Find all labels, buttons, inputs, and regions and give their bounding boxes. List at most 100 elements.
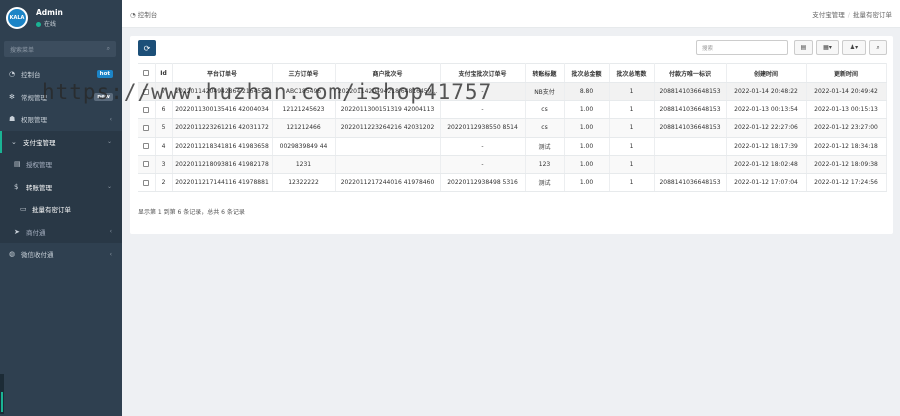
- breadcrumb-home[interactable]: ◔ 控制台: [130, 9, 157, 19]
- user-status-label: 在线: [44, 21, 57, 28]
- table-cell: 1: [609, 118, 655, 138]
- table-row[interactable]: 2 2022011217144116 41978881 12322222 202201…: [138, 173, 887, 193]
- table-cell: 2088141036648153: [654, 173, 727, 193]
- column-header[interactable]: 更新时间: [806, 63, 887, 83]
- select-all-checkbox[interactable]: [138, 63, 156, 83]
- sidebar-item-dashboard[interactable]: ◔ 控制台 hot: [0, 63, 122, 86]
- table-cell: 1.00: [564, 118, 610, 138]
- table-cell: 1.00: [564, 100, 610, 120]
- sidebar-item-alipay[interactable]: ⌄ 支付宝管理 ⌄: [0, 130, 122, 153]
- column-header[interactable]: 批次总笔数: [609, 63, 655, 83]
- row-checkbox[interactable]: [138, 118, 156, 138]
- export-button[interactable]: ▤: [794, 40, 813, 55]
- table-cell: 20220112938550 8514: [440, 118, 526, 138]
- search-button[interactable]: ⌕: [869, 40, 887, 55]
- row-checkbox[interactable]: [138, 173, 156, 193]
- row-checkbox[interactable]: [138, 155, 156, 174]
- chevron-left-icon: ‹: [109, 228, 112, 236]
- table-cell: 1.00: [564, 155, 610, 174]
- logo-text: KALA: [8, 9, 26, 27]
- user-filter-button[interactable]: ♟▾: [842, 40, 866, 55]
- table-cell: 2022011223261216 42031172: [172, 118, 273, 138]
- table-cell: 12322222: [272, 173, 336, 193]
- column-header[interactable]: 商户批次号: [335, 63, 441, 83]
- table-cell: 测试: [525, 137, 565, 156]
- table-cell: 20220112938498 5316: [440, 173, 526, 193]
- table-cell: -: [440, 100, 526, 120]
- table-cell: 2088141036648153: [654, 118, 727, 138]
- table-cell: 1: [609, 173, 655, 193]
- column-header[interactable]: 付款方唯一标识: [654, 63, 727, 83]
- sidebar-item-transfer[interactable]: $ 转账管理 ⌄: [0, 175, 122, 198]
- menu-search-placeholder: 搜索菜单: [10, 46, 35, 54]
- wechat-icon: ◍: [9, 250, 16, 259]
- sidebar-item-general[interactable]: ✻ 常规管理 new: [0, 86, 122, 109]
- avatar[interactable]: KALA: [6, 7, 28, 29]
- sidebar-item-wechat[interactable]: ◍ 微信收付通 ‹: [0, 243, 122, 266]
- gear-icon: ✻: [9, 92, 15, 101]
- user-panel: KALA Admin 在线: [0, 0, 122, 36]
- sidebar-item-label: 授权管理: [26, 161, 52, 170]
- sidebar-item-label: 批量有密订单: [32, 206, 71, 215]
- pagination-summary: 显示第 1 到第 6 条记录，总共 6 条记录: [138, 209, 245, 216]
- table-cell: ABC185496: [272, 82, 336, 102]
- table-cell: 1: [609, 100, 655, 120]
- table-cell: 2022-01-12 23:27:00: [806, 118, 887, 138]
- table-cell: [654, 155, 727, 174]
- menu-search-input[interactable]: 搜索菜单 ⌕: [4, 41, 116, 57]
- checkbox-icon: [143, 161, 150, 168]
- row-checkbox[interactable]: [138, 100, 156, 120]
- column-header[interactable]: Id: [155, 63, 173, 83]
- checkbox-icon: [143, 179, 150, 186]
- checkbox-icon: [143, 106, 150, 113]
- table-row[interactable]: 7 20220114204942864 2164558 ABC185496 20220…: [138, 82, 887, 102]
- table-cell: [335, 137, 441, 156]
- table-search-input[interactable]: 搜索: [696, 40, 788, 55]
- column-header[interactable]: 三方订单号: [272, 63, 336, 83]
- sidebar-item-permissions[interactable]: ☗ 权限管理 ‹: [0, 108, 122, 131]
- column-header[interactable]: 支付宝批次订单号: [440, 63, 526, 83]
- columns-button[interactable]: ▦▾: [816, 40, 839, 55]
- row-checkbox[interactable]: [138, 82, 156, 102]
- card-icon: ▭: [20, 205, 27, 214]
- sidebar-item-shangfutong[interactable]: ➤ 商付通 ‹: [0, 220, 122, 243]
- table-cell: cs: [525, 100, 565, 120]
- dollar-icon: $: [14, 182, 19, 191]
- sidebar-item-batch-orders[interactable]: ▭ 批量有密订单: [0, 198, 122, 221]
- table-cell: 2: [155, 173, 173, 193]
- table-cell: 2022011217144116 41978881: [172, 173, 273, 193]
- table-cell: 2022011300151319 42004113: [335, 100, 441, 120]
- table-row[interactable]: 3 2022011218093816 41982178 1231 -123 1.00 1 2…: [138, 155, 887, 174]
- breadcrumb-item[interactable]: 支付宝管理: [812, 11, 845, 19]
- refresh-button[interactable]: ⟳: [138, 40, 156, 56]
- column-header[interactable]: 批次总金额: [564, 63, 610, 83]
- breadcrumb-path: 支付宝管理 / 批量有密订单: [812, 9, 892, 19]
- scrollbar-thumb[interactable]: [1, 392, 3, 412]
- column-header[interactable]: 转账标题: [525, 63, 565, 83]
- new-badge: new: [94, 92, 113, 101]
- row-checkbox[interactable]: [138, 137, 156, 156]
- sidebar-item-label: 支付宝管理: [23, 138, 56, 147]
- sidebar-item-label: 常规管理: [21, 93, 47, 102]
- table-cell: 1231: [272, 155, 336, 174]
- checkbox-icon: [143, 124, 150, 131]
- table-cell: 2088141036648153: [654, 82, 727, 102]
- breadcrumb-separator: /: [847, 10, 850, 19]
- table-cell: 5: [155, 118, 173, 138]
- orders-table: Id 平台订单号 三方订单号 商户批次号 支付宝批次订单号 转账标题 批次总金额…: [138, 63, 887, 193]
- column-header[interactable]: 创建时间: [726, 63, 807, 83]
- document-icon: ▤: [800, 44, 807, 51]
- table-row[interactable]: 4 2022011218341816 41983658 0029839849 44 -…: [138, 137, 887, 156]
- table-row[interactable]: 5 2022011223261216 42031172 121212466 20220…: [138, 118, 887, 138]
- table-cell: 1: [609, 137, 655, 156]
- table-cell: 121212466: [272, 118, 336, 138]
- breadcrumb-home-label: 控制台: [137, 10, 158, 19]
- sidebar-item-authorization[interactable]: ▤ 授权管理: [0, 153, 122, 176]
- chevron-left-icon: ‹: [109, 115, 112, 123]
- sidebar-item-label: 微信收付通: [21, 251, 54, 260]
- table-cell: NB支付: [525, 82, 565, 102]
- table-cell: 2022-01-13 00:13:54: [726, 100, 807, 120]
- column-header[interactable]: 平台订单号: [172, 63, 273, 83]
- table-row[interactable]: 6 2022011300135416 42004034 12121245623 202…: [138, 100, 887, 120]
- user-name: Admin: [36, 8, 63, 17]
